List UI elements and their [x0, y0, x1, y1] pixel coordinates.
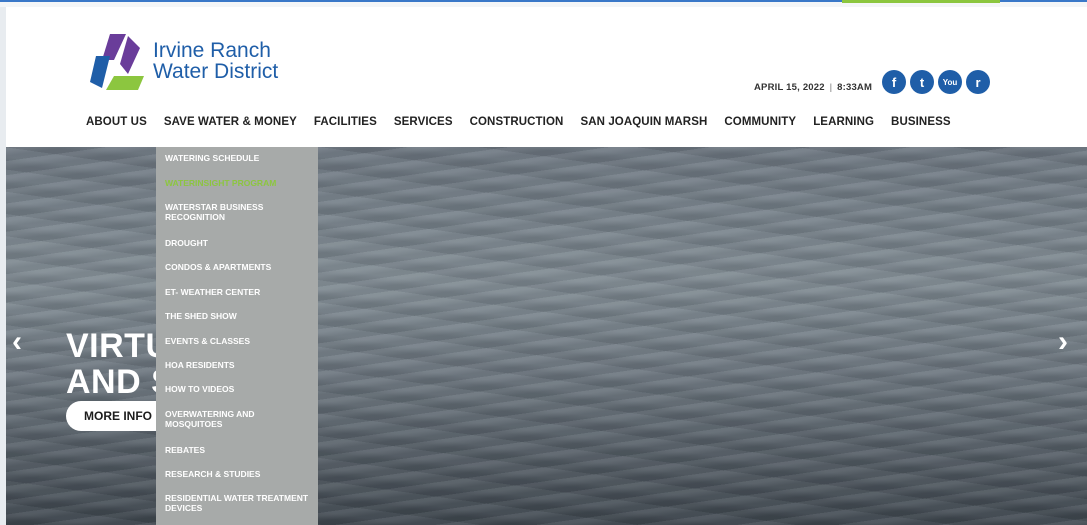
site-logo-text[interactable]: Irvine Ranch Water District — [153, 40, 278, 82]
irwd-logo-icon[interactable] — [88, 30, 148, 96]
dropdown-item-rebates[interactable]: REBATES — [165, 445, 310, 455]
current-time: 8:33AM — [837, 82, 873, 93]
date-separator: | — [829, 82, 833, 93]
logo-line1: Irvine Ranch — [153, 39, 271, 62]
youtube-icon[interactable]: You — [938, 70, 962, 94]
dropdown-item-residential-water-treatment[interactable]: RESIDENTIAL WATER TREATMENT DEVICES — [165, 493, 310, 513]
dropdown-item-drought[interactable]: DROUGHT — [165, 238, 310, 248]
twitter-icon[interactable]: t — [910, 70, 934, 94]
dropdown-item-how-to-videos[interactable]: HOW TO VIDEOS — [165, 384, 310, 394]
dropdown-item-overwatering-mosquitoes[interactable]: OVERWATERING AND MOSQUITOES — [165, 409, 310, 429]
nav-facilities[interactable]: FACILITIES — [314, 116, 394, 128]
social-links: f t You r — [882, 70, 990, 94]
slider-prev-icon[interactable]: ‹ — [12, 325, 22, 359]
nav-save-water-money[interactable]: SAVE WATER & MONEY — [164, 116, 314, 128]
current-date: APRIL 15, 2022 — [754, 82, 825, 93]
logo-line2: Water District — [153, 60, 279, 83]
main-nav: ABOUT US SAVE WATER & MONEY FACILITIES S… — [86, 116, 968, 128]
save-water-dropdown: WATERING SCHEDULE WATERINSIGHT PROGRAM W… — [156, 147, 318, 525]
dropdown-item-waterstar-business[interactable]: WATERSTAR BUSINESS RECOGNITION — [165, 202, 310, 222]
dropdown-item-watering-schedule[interactable]: WATERING SCHEDULE — [165, 153, 310, 163]
nav-san-joaquin-marsh[interactable]: SAN JOAQUIN MARSH — [580, 116, 724, 128]
dropdown-item-events-classes[interactable]: EVENTS & CLASSES — [165, 336, 310, 346]
dropdown-item-hoa-residents[interactable]: HOA RESIDENTS — [165, 360, 310, 370]
nav-about-us[interactable]: ABOUT US — [86, 116, 164, 128]
nav-business[interactable]: BUSINESS — [891, 116, 968, 128]
nav-community[interactable]: COMMUNITY — [724, 116, 813, 128]
nav-services[interactable]: SERVICES — [394, 116, 470, 128]
dropdown-item-et-weather-center[interactable]: ET- WEATHER CENTER — [165, 287, 310, 297]
dropdown-item-shed-show[interactable]: THE SHED SHOW — [165, 311, 310, 321]
top-accent-bar — [842, 0, 1000, 3]
facebook-icon[interactable]: f — [882, 70, 906, 94]
nav-learning[interactable]: LEARNING — [813, 116, 891, 128]
date-time: APRIL 15, 2022 | 8:33AM — [754, 82, 872, 93]
slider-next-icon[interactable]: › — [1058, 325, 1068, 359]
dropdown-item-waterinsight-program[interactable]: WATERINSIGHT PROGRAM — [165, 178, 310, 188]
dropdown-item-research-studies[interactable]: RESEARCH & STUDIES — [165, 469, 310, 479]
dropdown-item-condos-apartments[interactable]: CONDOS & APARTMENTS — [165, 262, 310, 272]
rss-icon[interactable]: r — [966, 70, 990, 94]
nav-construction[interactable]: CONSTRUCTION — [470, 116, 581, 128]
